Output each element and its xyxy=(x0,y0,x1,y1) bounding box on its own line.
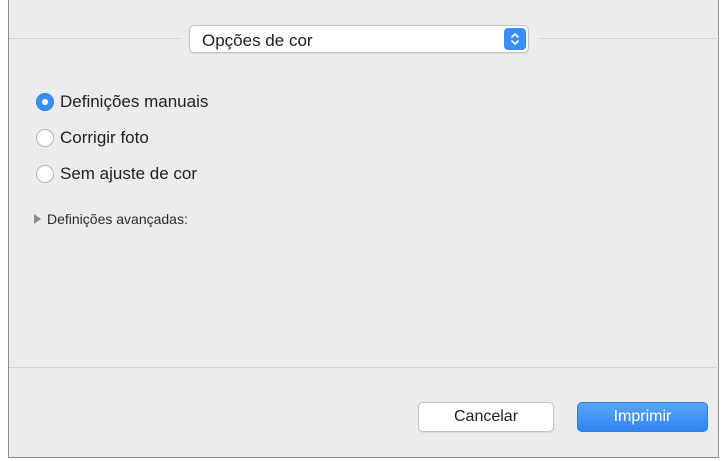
radio-selected-indicator[interactable] xyxy=(36,93,54,111)
advanced-settings-disclosure[interactable]: Definições avançadas: xyxy=(34,210,188,228)
radio-definicoes-manuais[interactable]: Definições manuais xyxy=(36,89,208,115)
top-separator-left xyxy=(9,38,181,39)
options-popup-button[interactable]: Opções de cor xyxy=(189,25,529,53)
radio-corrigir-foto[interactable]: Corrigir foto xyxy=(36,125,149,151)
cancel-button[interactable]: Cancelar xyxy=(418,402,554,432)
radio-label: Sem ajuste de cor xyxy=(60,164,198,183)
radio-unselected-indicator[interactable] xyxy=(36,165,54,183)
advanced-settings-label: Definições avançadas: xyxy=(47,211,188,227)
top-separator-right xyxy=(539,38,720,39)
disclosure-triangle-icon[interactable] xyxy=(34,214,41,224)
print-button[interactable]: Imprimir xyxy=(577,402,708,432)
popup-selected-label: Opções de cor xyxy=(202,31,313,50)
radio-label: Corrigir foto xyxy=(60,128,149,147)
print-dialog-panel: Opções de cor Definições manuais Corrigi… xyxy=(8,0,720,458)
radio-sem-ajuste-de-cor[interactable]: Sem ajuste de cor xyxy=(36,161,197,187)
bottom-separator xyxy=(9,367,720,368)
up-down-chevron-icon xyxy=(504,28,526,50)
radio-unselected-indicator[interactable] xyxy=(36,129,54,147)
radio-label: Definições manuais xyxy=(60,92,209,111)
